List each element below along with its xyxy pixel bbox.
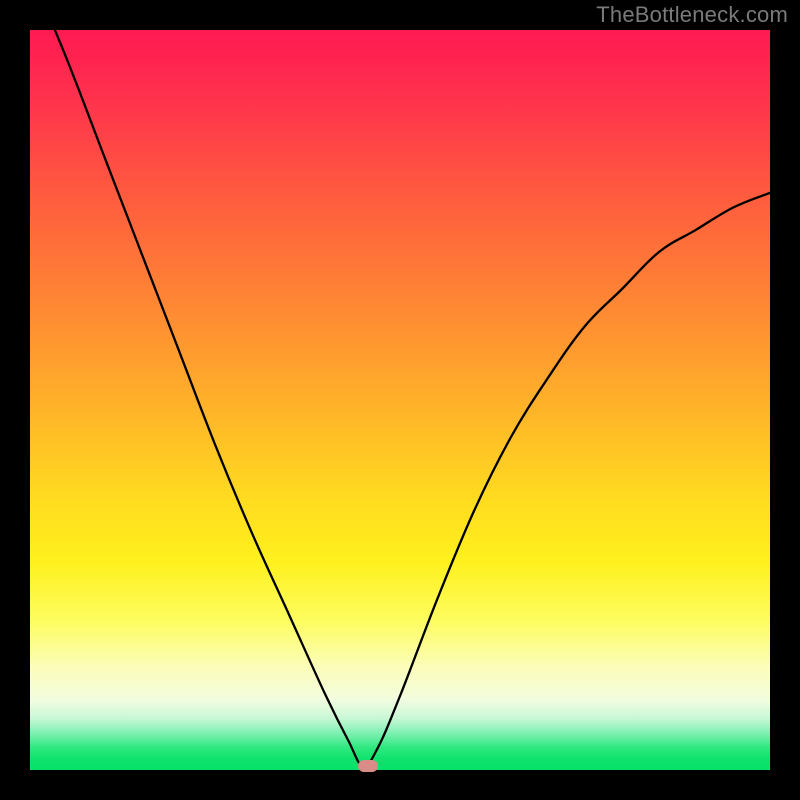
app-frame: TheBottleneck.com xyxy=(0,0,800,800)
bottleneck-curve xyxy=(30,30,770,770)
watermark-text: TheBottleneck.com xyxy=(596,2,788,28)
plot-area xyxy=(30,30,770,770)
optimal-marker xyxy=(358,760,378,772)
